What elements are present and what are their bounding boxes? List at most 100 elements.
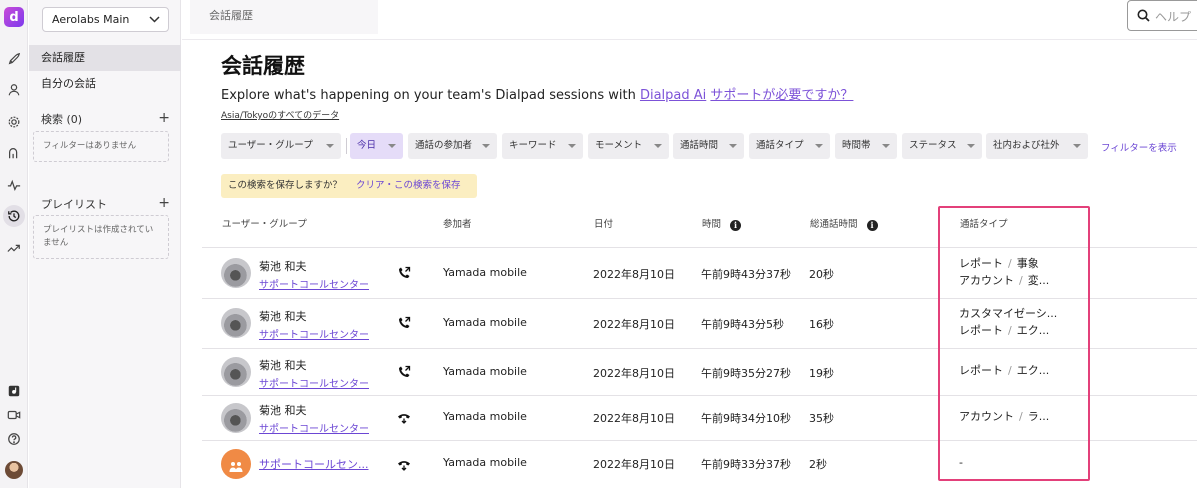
call-time: 午前9時43分37秒 [701,268,791,281]
column-header-label: 総通話時間 [810,219,858,230]
filter-label: 通話時間 [680,140,719,151]
workspace-selector[interactable]: Aerolabs Main [42,7,169,32]
participant: Yamada mobile [443,410,527,423]
add-search-icon[interactable]: + [158,111,170,125]
missed-call-icon [398,414,410,424]
help-icon[interactable] [6,431,22,447]
filter-label: モーメント [595,140,643,151]
column-header-total-duration[interactable]: 総通話時間 i [810,216,878,231]
participant: Yamada mobile [443,365,527,378]
group-avatar [221,449,251,479]
rocket-icon[interactable] [6,51,22,67]
call-time: 午前9時33分37秒 [701,458,791,471]
contacts-icon[interactable] [6,82,22,98]
user-name[interactable]: 菊池 和夫 [259,357,307,373]
call-duration: 20秒 [809,268,834,281]
user-name[interactable]: 菊池 和夫 [259,258,307,274]
call-duration: 16秒 [809,318,834,331]
filter-time-of-day[interactable]: 時間帯 [835,133,897,159]
column-header-date[interactable]: 日付 [594,216,613,230]
filter-label: 通話の参加者 [415,140,473,151]
info-icon[interactable]: i [730,220,742,231]
search-placeholder: ヘルプ [1155,10,1192,24]
caret-down-icon [482,144,490,148]
column-header-participant[interactable]: 参加者 [443,216,472,230]
save-search-banner: この検索を保存しますか？ クリア・この検索を保存 [221,174,477,198]
playlist-empty-state: プレイリストは作成されていません [33,215,169,259]
user-avatar [221,403,251,433]
filter-divider [346,138,347,154]
add-playlist-icon[interactable]: + [158,196,170,210]
call-duration: 35秒 [809,412,834,425]
column-header-label: 時間 [702,219,722,230]
user-group-link[interactable]: サポートコールセンター [259,326,369,341]
filter-label: キーワード [509,140,557,151]
participant: Yamada mobile [443,456,527,469]
search-icon [1137,9,1150,22]
user-avatar[interactable] [5,461,23,479]
column-header-time[interactable]: 時間 i [702,216,742,231]
caret-down-icon [326,144,334,148]
filter-label: 時間帯 [842,140,871,151]
help-search-input[interactable]: ヘルプ [1127,0,1197,31]
filter-moment[interactable]: モーメント [588,133,669,159]
page-title: 会話履歴 [221,54,305,78]
filter-user-group[interactable]: ユーザー・グループ [221,133,341,159]
filter-participants[interactable]: 通話の参加者 [408,133,497,159]
user-group-link[interactable]: サポートコールセンター [259,276,369,291]
caret-down-icon [815,144,823,148]
timezone-link[interactable]: Asia/Tokyoのすべてのデータ [221,108,339,121]
activity-icon[interactable] [6,177,22,193]
page-subtitle: Explore what's happening on your team's … [221,84,853,103]
history-icon[interactable] [3,205,25,227]
user-name[interactable]: 菊池 和夫 [259,308,307,324]
nav-item-conversation-history[interactable]: 会話履歴 [29,45,181,71]
missed-call-icon [398,461,410,471]
dialpad-app-icon[interactable] [6,383,22,399]
user-avatar [221,308,251,338]
nav-item-my-conversations[interactable]: 自分の会話 [29,71,181,97]
save-search-prompt: この検索を保存しますか？ [228,180,343,191]
filter-internal-external[interactable]: 社内および社外 [986,133,1088,159]
user-avatar [221,357,251,387]
routing-icon[interactable] [6,145,22,161]
caret-down-icon [568,144,576,148]
info-icon[interactable]: i [866,220,878,231]
top-header: 会話履歴 ヘルプ [182,0,1197,40]
caret-down-icon [654,144,662,148]
caret-down-icon [967,144,975,148]
filter-call-type[interactable]: 通話タイプ [749,133,830,159]
filter-keyword[interactable]: キーワード [502,133,583,159]
call-date: 2022年8月10日 [593,318,675,331]
settings-icon[interactable] [6,114,22,130]
filter-label: ステータス [909,140,957,151]
user-group-link[interactable]: サポートコールセンター [259,420,369,435]
caret-down-icon [388,144,396,148]
video-icon[interactable] [6,407,22,423]
dialpad-logo-icon[interactable]: d [4,7,24,27]
workspace-name: Aerolabs Main [52,13,130,26]
user-group-link[interactable]: サポートコールセンター [259,375,369,390]
caret-down-icon [882,144,890,148]
call-date: 2022年8月10日 [593,367,675,380]
analytics-icon[interactable] [6,240,22,256]
filter-status[interactable]: ステータス [902,133,982,159]
chevron-down-icon [149,16,160,23]
user-name[interactable]: 菊池 和夫 [259,402,307,418]
call-time: 午前9時34分10秒 [701,412,791,425]
dialpad-ai-link[interactable]: Dialpad Ai [640,88,706,103]
filter-today[interactable]: 今日 [350,133,403,159]
save-search-action[interactable]: クリア・この検索を保存 [356,180,461,191]
subtitle-text: Explore what's happening on your team's … [221,88,640,103]
caret-down-icon [729,144,737,148]
filter-call-duration[interactable]: 通話時間 [673,133,744,159]
outgoing-call-icon [399,266,411,278]
show-filters-link[interactable]: フィルターを表示 [1101,140,1177,154]
playlist-section-heading: プレイリスト [41,198,107,211]
search-section-heading: 検索 (0) [41,113,83,126]
column-header-user-group[interactable]: ユーザー・グループ [222,216,307,230]
call-type-highlight-box [938,206,1090,481]
user-group-link[interactable]: サポートコールセン... [259,456,369,472]
group-people-icon [229,458,243,472]
help-link[interactable]: サポートが必要ですか？ [710,88,853,103]
